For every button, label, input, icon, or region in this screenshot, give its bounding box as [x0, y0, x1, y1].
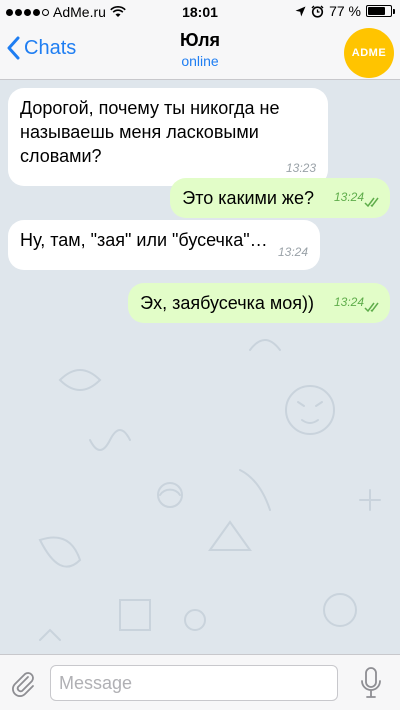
- chat-area[interactable]: Дорогой, почему ты никогда не называешь …: [0, 80, 400, 654]
- message-text: Ну, там, "зая" или "бусечка"…: [20, 230, 268, 250]
- message-incoming[interactable]: Ну, там, "зая" или "бусечка"… 13:24: [8, 220, 320, 270]
- battery-percent: 77 %: [329, 3, 361, 19]
- contact-info[interactable]: Юля online: [0, 30, 400, 69]
- contact-status: online: [181, 53, 219, 69]
- status-right: 77 %: [295, 3, 395, 19]
- double-check-icon: [364, 302, 379, 313]
- input-bar: [0, 654, 400, 710]
- message-input[interactable]: [50, 665, 338, 701]
- paperclip-icon[interactable]: [10, 669, 36, 697]
- message-time: 13:24: [333, 295, 364, 309]
- battery-icon: [366, 5, 395, 17]
- contact-name: Юля: [179, 30, 221, 50]
- message-time: 13:24: [277, 245, 308, 259]
- message-time: 13:23: [285, 161, 316, 175]
- message-text: Это какими же?: [182, 188, 314, 208]
- message-time: 13:24: [333, 190, 364, 204]
- message-outgoing[interactable]: Это какими же? 13:24: [170, 178, 390, 218]
- status-bar: AdMe.ru 18:01 77 %: [0, 0, 400, 24]
- message-incoming[interactable]: Дорогой, почему ты никогда не называешь …: [8, 88, 328, 186]
- avatar[interactable]: ADME: [344, 28, 394, 78]
- location-icon: [295, 6, 306, 16]
- nav-bar: Chats Юля online ADME: [0, 24, 400, 80]
- message-text: Дорогой, почему ты никогда не называешь …: [20, 98, 280, 166]
- message-outgoing[interactable]: Эх, заябусечка моя)) 13:24: [128, 283, 390, 323]
- double-check-icon: [364, 197, 379, 208]
- alarm-icon: [311, 5, 324, 18]
- microphone-icon[interactable]: [360, 667, 382, 699]
- message-text: Эх, заябусечка моя)): [140, 293, 314, 313]
